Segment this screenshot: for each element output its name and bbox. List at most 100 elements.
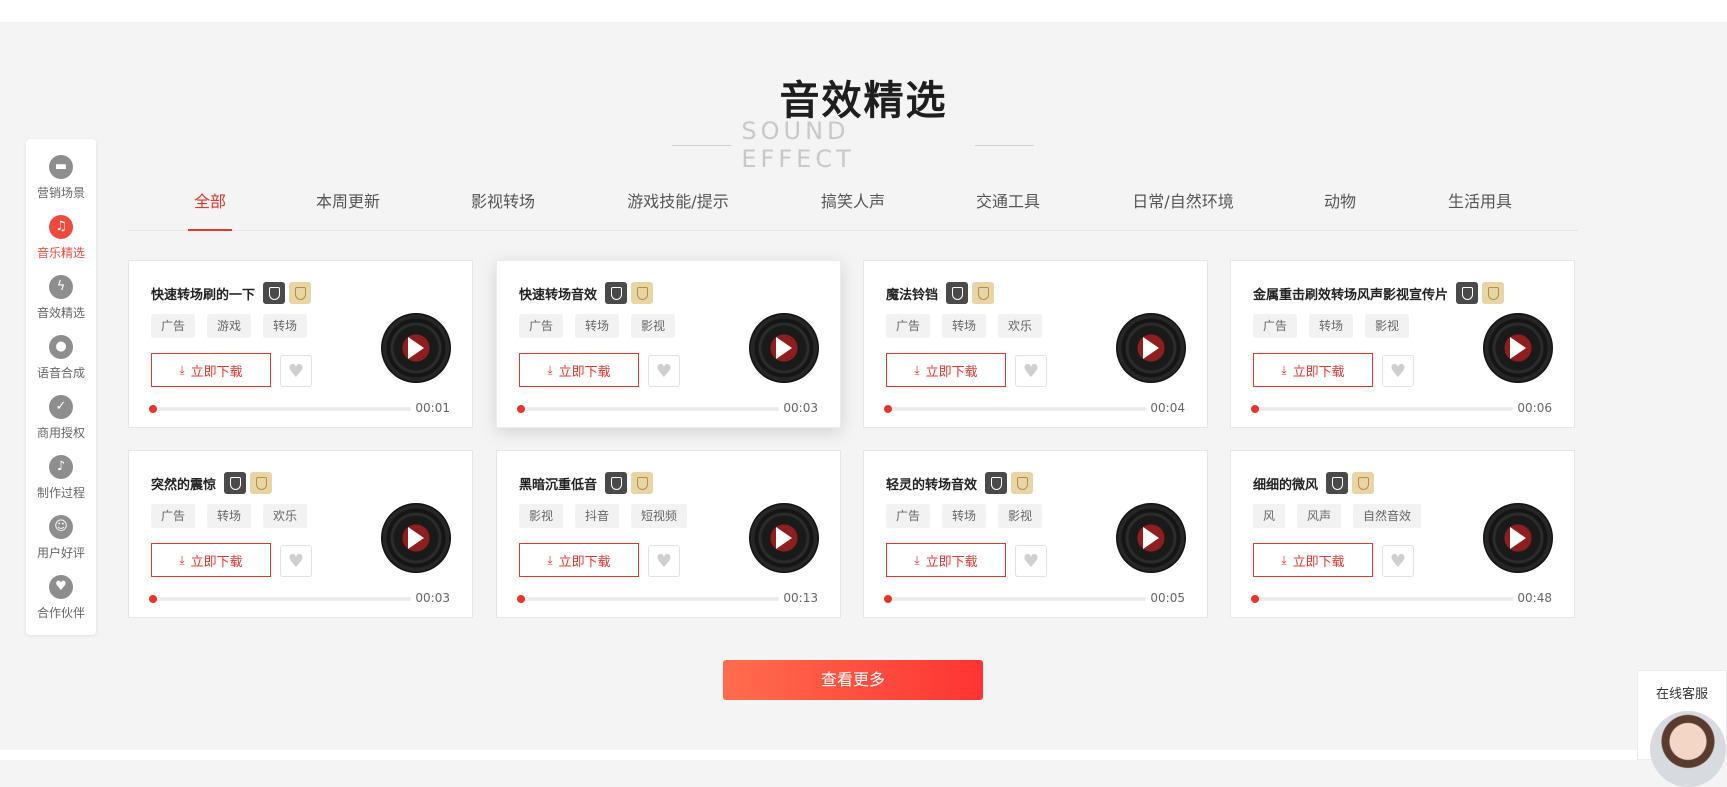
progress-handle[interactable] [1251, 405, 1259, 413]
favorite-button[interactable]: ♥ [280, 545, 312, 577]
progress-handle[interactable] [149, 405, 157, 413]
sidebar-item-tts[interactable]: ● 语音合成 [26, 335, 96, 395]
download-button[interactable]: ⤓ 立即下载 [519, 543, 639, 577]
copyright-shield-icon [985, 472, 1008, 494]
sidebar-item-music[interactable]: ♫ 音乐精选 [26, 215, 96, 275]
sidebar-item-process[interactable]: ♪ 制作过程 [26, 455, 96, 515]
progress-bar[interactable] [1251, 405, 1513, 413]
sidebar-item-reviews[interactable]: ☺ 用户好评 [26, 515, 96, 575]
tag[interactable]: 影视 [998, 504, 1043, 528]
tag[interactable]: 广告 [886, 504, 931, 528]
play-disc-button[interactable] [1483, 313, 1553, 383]
tag[interactable]: 转场 [942, 504, 987, 528]
progress-handle[interactable] [884, 405, 892, 413]
tab-household[interactable]: 生活用具 [1448, 190, 1512, 230]
view-more-button[interactable]: 查看更多 [723, 660, 983, 700]
favorite-button[interactable]: ♥ [280, 355, 312, 387]
service-avatar [1650, 711, 1726, 787]
download-button[interactable]: ⤓ 立即下载 [886, 353, 1006, 387]
play-disc-button[interactable] [381, 313, 451, 383]
download-button[interactable]: ⤓ 立即下载 [519, 353, 639, 387]
card-title: 细细的微风 [1253, 477, 1319, 493]
download-button[interactable]: ⤓ 立即下载 [151, 543, 271, 577]
copyright-shield-icon [946, 282, 969, 304]
tag[interactable]: 影视 [631, 314, 676, 338]
download-button[interactable]: ⤓ 立即下载 [886, 543, 1006, 577]
tab-game-skill[interactable]: 游戏技能/提示 [627, 190, 728, 230]
progress-handle[interactable] [1251, 595, 1259, 603]
favorite-button[interactable]: ♥ [648, 545, 680, 577]
tag[interactable]: 广告 [519, 314, 564, 338]
progress-bar[interactable] [884, 405, 1146, 413]
sidebar-item-marketing[interactable]: ▬ 营销场景 [26, 155, 96, 215]
progress-handle[interactable] [884, 595, 892, 603]
tag[interactable]: 转场 [1309, 314, 1354, 338]
tag[interactable]: 欢乐 [263, 504, 308, 528]
online-service-widget[interactable]: 在线客服 [1637, 670, 1727, 787]
license-shield-icon [289, 282, 312, 304]
progress-handle[interactable] [149, 595, 157, 603]
download-icon: ⤓ [547, 362, 553, 377]
favorite-button[interactable]: ♥ [1015, 355, 1047, 387]
tag-list: 广告 转场 影视 [1253, 314, 1421, 338]
progress-handle[interactable] [517, 595, 525, 603]
play-disc-button[interactable] [1116, 313, 1186, 383]
sidebar-item-license[interactable]: ✓ 商用授权 [26, 395, 96, 455]
tab-daily-nature[interactable]: 日常/自然环境 [1132, 190, 1233, 230]
card-header: 金属重击刷效转场风声影视宣传片 [1253, 281, 1505, 305]
tag[interactable]: 抖音 [575, 504, 620, 528]
tab-film-transition[interactable]: 影视转场 [471, 190, 535, 230]
progress-bar[interactable] [1251, 595, 1513, 603]
favorite-button[interactable]: ♥ [1015, 545, 1047, 577]
progress-bar[interactable] [149, 405, 411, 413]
license-shield-icon [1011, 472, 1034, 494]
duration: 00:01 [415, 401, 450, 415]
download-icon: ⤓ [179, 362, 185, 377]
tag[interactable]: 风 [1253, 504, 1286, 528]
tag[interactable]: 欢乐 [998, 314, 1043, 338]
tab-transport[interactable]: 交通工具 [976, 190, 1040, 230]
duration: 00:03 [415, 591, 450, 605]
sidebar-item-partners[interactable]: ♥ 合作伙伴 [26, 575, 96, 635]
favorite-button[interactable]: ♥ [1382, 355, 1414, 387]
tab-weekly-update[interactable]: 本周更新 [316, 190, 380, 230]
tab-animals[interactable]: 动物 [1324, 190, 1356, 230]
tag[interactable]: 广告 [1253, 314, 1298, 338]
tag[interactable]: 影视 [1365, 314, 1410, 338]
sound-card: 黑暗沉重低音 影视 抖音 短视频 ⤓ 立即下载 ♥ 00:13 [496, 450, 841, 618]
tag-list: 广告 转场 影视 [886, 504, 1054, 528]
play-disc-button[interactable] [1116, 503, 1186, 573]
sidebar-item-sound-effects[interactable]: ϟ 音效精选 [26, 275, 96, 335]
download-button[interactable]: ⤓ 立即下载 [1253, 543, 1373, 577]
download-button[interactable]: ⤓ 立即下载 [151, 353, 271, 387]
tag[interactable]: 广告 [151, 504, 196, 528]
progress-bar[interactable] [517, 595, 779, 603]
download-button[interactable]: ⤓ 立即下载 [1253, 353, 1373, 387]
play-disc-button[interactable] [749, 313, 819, 383]
tag[interactable]: 风声 [1297, 504, 1342, 528]
progress-bar[interactable] [149, 595, 411, 603]
tag[interactable]: 转场 [263, 314, 308, 338]
tag[interactable]: 转场 [207, 504, 252, 528]
progress-bar[interactable] [517, 405, 779, 413]
tag[interactable]: 短视频 [631, 504, 688, 528]
tag[interactable]: 自然音效 [1353, 504, 1422, 528]
tag[interactable]: 广告 [886, 314, 931, 338]
tag[interactable]: 影视 [519, 504, 564, 528]
tag[interactable]: 转场 [942, 314, 987, 338]
favorite-button[interactable]: ♥ [648, 355, 680, 387]
play-disc-button[interactable] [749, 503, 819, 573]
tab-all[interactable]: 全部 [187, 190, 233, 231]
license-shield-icon [250, 472, 273, 494]
tag[interactable]: 游戏 [207, 314, 252, 338]
tab-funny-voice[interactable]: 搞笑人声 [821, 190, 885, 230]
favorite-button[interactable]: ♥ [1382, 545, 1414, 577]
progress-handle[interactable] [517, 405, 525, 413]
card-title: 黑暗沉重低音 [519, 477, 598, 493]
progress-bar[interactable] [884, 595, 1146, 603]
play-disc-button[interactable] [1483, 503, 1553, 573]
play-disc-button[interactable] [381, 503, 451, 573]
tag[interactable]: 转场 [575, 314, 620, 338]
tag[interactable]: 广告 [151, 314, 196, 338]
heart-handshake-icon: ♥ [49, 575, 73, 599]
